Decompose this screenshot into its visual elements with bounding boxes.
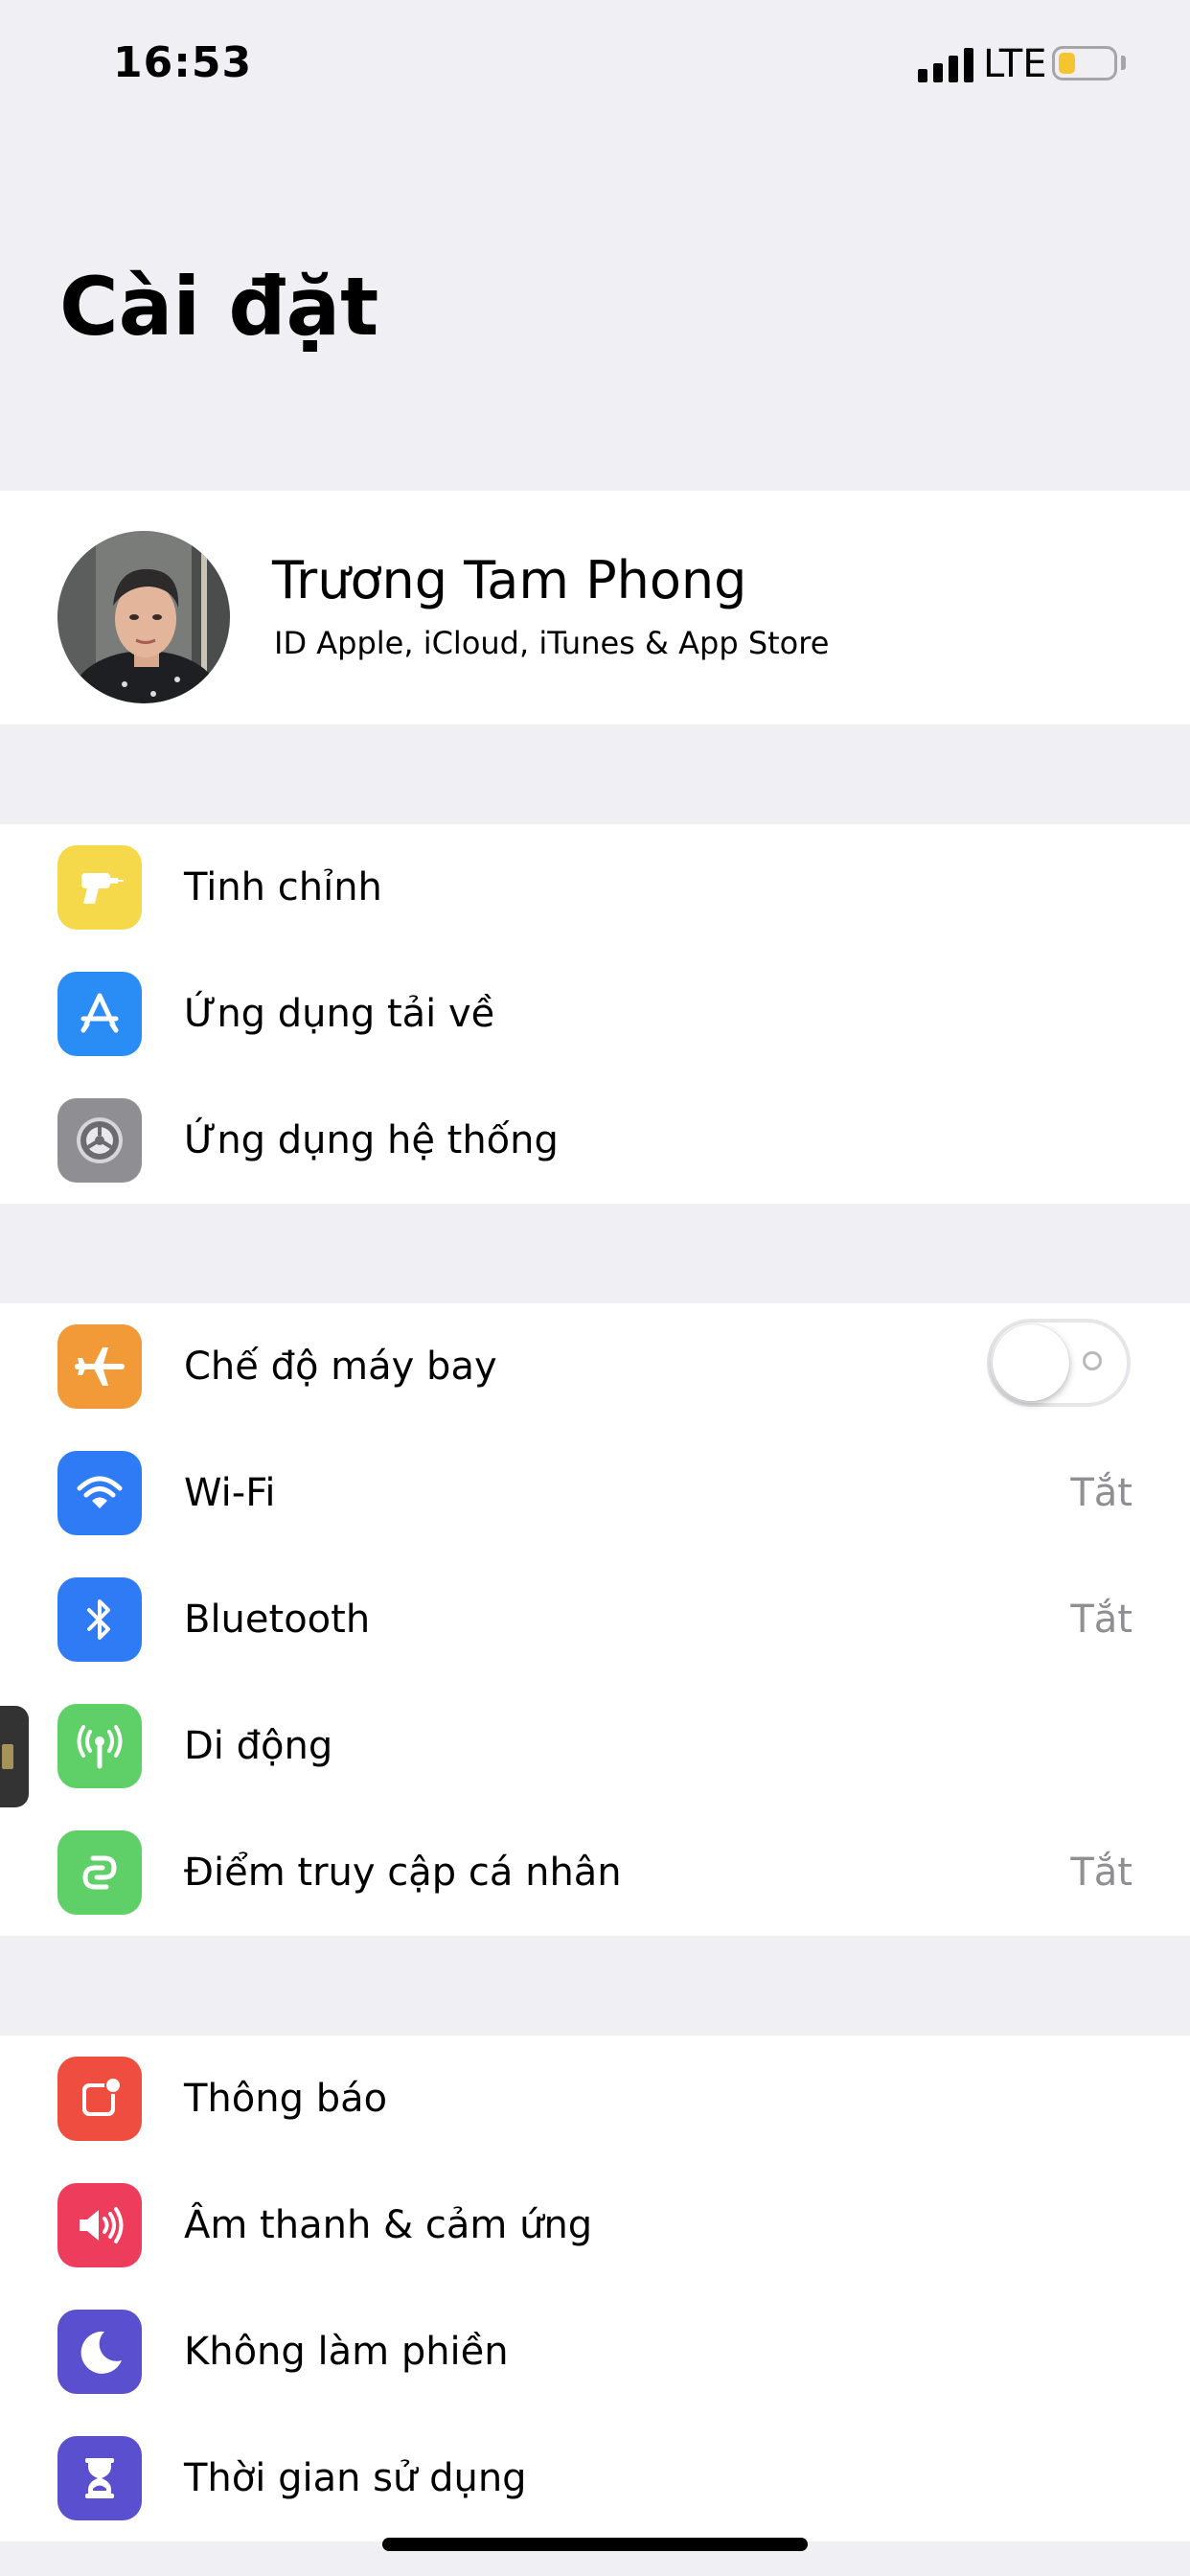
row-label: Thông báo — [184, 2077, 388, 2121]
notification-icon — [57, 2057, 142, 2141]
row-label: Ứng dụng hệ thống — [184, 1118, 559, 1162]
settings-screen: 16:53 LTE Cài đặt Trương Tam Phong ID Ap… — [0, 0, 1190, 2576]
row-sounds-haptics[interactable]: Âm thanh & cảm ứng — [0, 2162, 1190, 2288]
row-label: Wi-Fi — [184, 1471, 276, 1515]
toggle-knob — [993, 1324, 1069, 1401]
row-label: Không làm phiền — [184, 2330, 509, 2374]
battery-icon — [1052, 46, 1117, 80]
toggle-off-indicator — [1083, 1351, 1102, 1370]
cellular-signal-icon — [918, 48, 973, 82]
status-time: 16:53 — [113, 38, 253, 87]
home-indicator[interactable] — [382, 2538, 808, 2551]
row-cellular[interactable]: Di động — [0, 1683, 1190, 1809]
row-label: Tinh chỉnh — [184, 865, 382, 909]
row-label: Điểm truy cập cá nhân — [184, 1851, 622, 1895]
hotspot-link-icon — [57, 1830, 142, 1915]
row-system-apps[interactable]: Ứng dụng hệ thống — [0, 1077, 1190, 1204]
profile-name: Trương Tam Phong — [272, 550, 747, 610]
row-bluetooth[interactable]: Bluetooth Tắt — [0, 1556, 1190, 1683]
row-screen-time[interactable]: Thời gian sử dụng — [0, 2415, 1190, 2542]
row-label: Chế độ máy bay — [184, 1345, 497, 1389]
row-do-not-disturb[interactable]: Không làm phiền — [0, 2288, 1190, 2415]
drill-icon — [57, 845, 142, 930]
row-personal-hotspot[interactable]: Điểm truy cập cá nhân Tắt — [0, 1809, 1190, 1936]
settings-group-general: Tinh chỉnh Ứng dụng tải về Ứng dụng hệ t… — [0, 824, 1190, 1204]
row-label: Thời gian sử dụng — [184, 2456, 527, 2500]
bluetooth-icon — [57, 1577, 142, 1662]
battery-level — [1059, 53, 1075, 74]
hourglass-icon — [57, 2436, 142, 2520]
row-value: Tắt — [1070, 1471, 1133, 1515]
row-wifi[interactable]: Wi-Fi Tắt — [0, 1430, 1190, 1556]
side-floating-handle[interactable] — [0, 1706, 29, 1807]
status-bar: 16:53 LTE — [0, 0, 1190, 134]
row-label: Di động — [184, 1724, 333, 1768]
speaker-icon — [57, 2183, 142, 2267]
page-title: Cài đặt — [59, 260, 379, 354]
app-store-icon — [57, 972, 142, 1056]
profile-subtitle: ID Apple, iCloud, iTunes & App Store — [274, 625, 830, 661]
settings-group-notifications: Thông báo Âm thanh & cảm ứng Không làm p… — [0, 2036, 1190, 2542]
battery-cap — [1121, 56, 1126, 70]
row-label: Ứng dụng tải về — [184, 992, 495, 1036]
row-airplane-mode[interactable]: Chế độ máy bay — [0, 1303, 1190, 1430]
row-tweaks[interactable]: Tinh chỉnh — [0, 824, 1190, 951]
avatar[interactable] — [57, 531, 230, 703]
row-value: Tắt — [1070, 1598, 1133, 1642]
row-value: Tắt — [1070, 1851, 1133, 1895]
moon-icon — [57, 2310, 142, 2394]
row-label: Âm thanh & cảm ứng — [184, 2203, 593, 2247]
row-notifications[interactable]: Thông báo — [0, 2036, 1190, 2162]
avatar-photo — [57, 531, 230, 703]
network-type: LTE — [983, 42, 1047, 86]
settings-group-connectivity: Chế độ máy bay Wi-Fi Tắt Bluetooth Tắt D… — [0, 1303, 1190, 1936]
profile-section[interactable]: Trương Tam Phong ID Apple, iCloud, iTune… — [0, 491, 1190, 724]
airplane-icon — [57, 1324, 142, 1409]
airplane-mode-toggle[interactable] — [987, 1319, 1131, 1407]
cellular-antenna-icon — [57, 1704, 142, 1788]
gear-icon — [57, 1098, 142, 1183]
row-label: Bluetooth — [184, 1598, 371, 1642]
wifi-icon — [57, 1451, 142, 1535]
row-downloaded-apps[interactable]: Ứng dụng tải về — [0, 951, 1190, 1077]
